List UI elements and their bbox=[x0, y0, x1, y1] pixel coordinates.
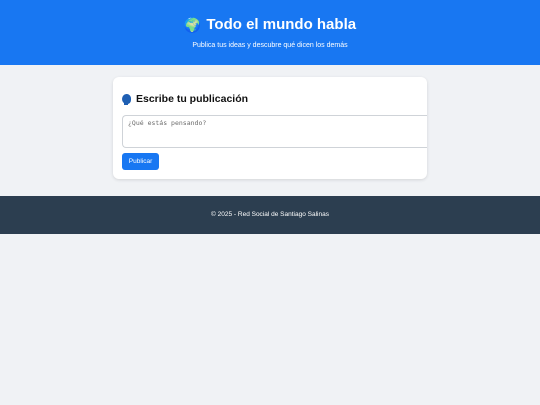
speaking-head-icon bbox=[122, 94, 132, 105]
post-composer-title-text: Escribe tu publicación bbox=[136, 93, 249, 105]
publish-button[interactable]: Publicar bbox=[122, 153, 159, 170]
footer-copyright: © 2025 - Red Social de Santiago Salinas bbox=[211, 211, 329, 218]
site-title: 🌍 Todo el mundo habla bbox=[0, 16, 540, 34]
site-header: 🌍 Todo el mundo habla Publica tus ideas … bbox=[0, 0, 540, 65]
site-subtitle: Publica tus ideas y descubre qué dicen l… bbox=[192, 42, 348, 49]
post-composer-card: Escribe tu publicación Publicar bbox=[113, 77, 427, 179]
post-textarea[interactable] bbox=[122, 115, 427, 148]
globe-icon: 🌍 bbox=[183, 17, 202, 33]
site-title-text: Todo el mundo habla bbox=[206, 16, 357, 33]
post-composer-title: Escribe tu publicación bbox=[122, 93, 427, 106]
site-footer: © 2025 - Red Social de Santiago Salinas bbox=[0, 196, 540, 234]
main-content: Escribe tu publicación Publicar bbox=[0, 65, 540, 196]
